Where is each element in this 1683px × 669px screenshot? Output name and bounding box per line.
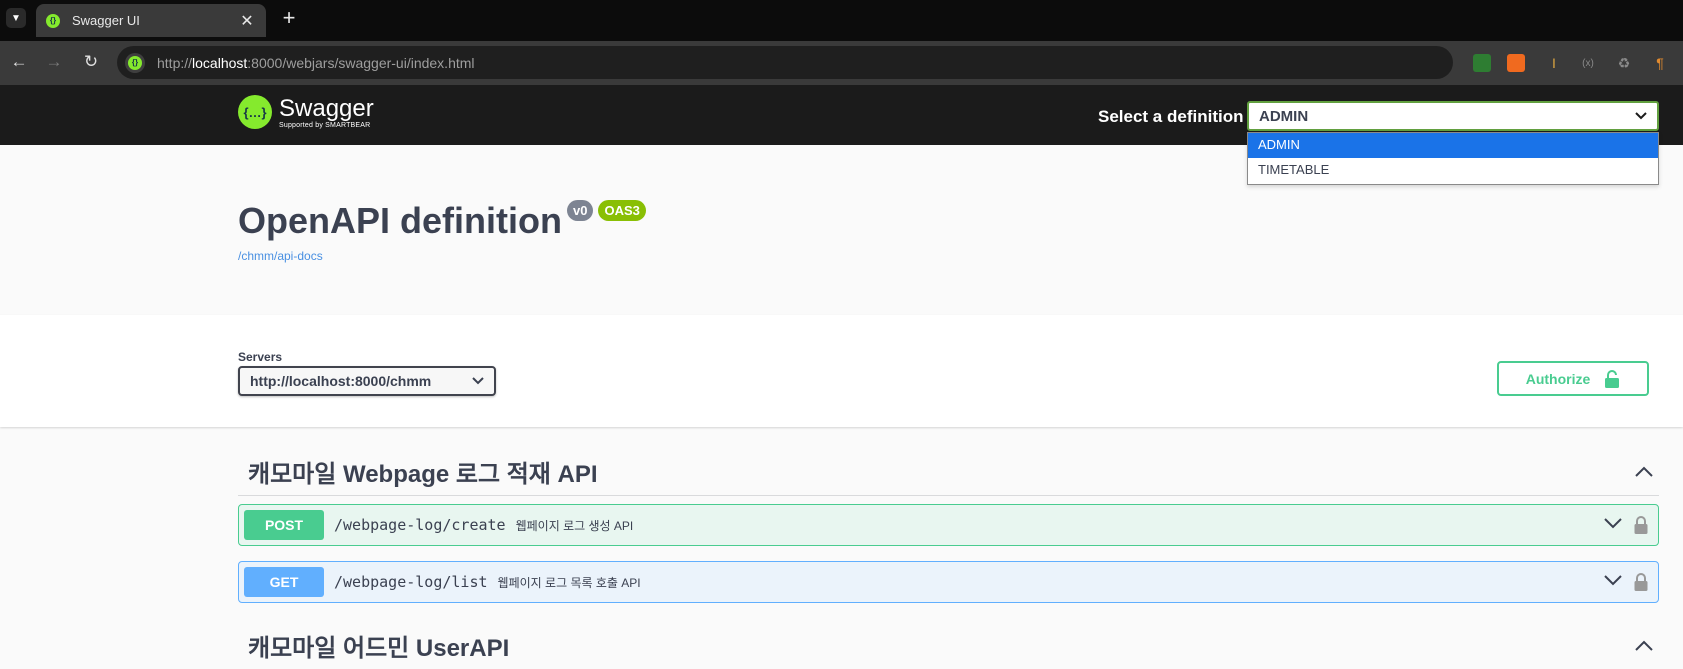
plus-icon[interactable]: + — [278, 5, 300, 30]
recycle-icon[interactable]: ♻ — [1615, 54, 1633, 72]
definition-option-timetable[interactable]: TIMETABLE — [1248, 158, 1658, 183]
browser-tab[interactable]: {} Swagger UI ✕ — [36, 4, 266, 37]
close-icon[interactable]: ✕ — [238, 11, 256, 31]
definition-select-label: Select a definition — [1098, 107, 1244, 126]
authorize-label: Authorize — [1525, 370, 1591, 387]
tag-title: 캐모마일 Webpage 로그 적재 API — [248, 461, 598, 488]
operation-post-webpage-log-create[interactable]: POST /webpage-log/create 웹페이지 로그 생성 API — [238, 504, 1659, 546]
extension-icon-2[interactable] — [1507, 54, 1525, 72]
oas-badge: OAS3 — [598, 200, 646, 221]
chevron-down-icon — [1635, 112, 1647, 120]
operation-get-webpage-log-list[interactable]: GET /webpage-log/list 웹페이지 로그 목록 호출 API — [238, 561, 1659, 603]
chevron-up-icon[interactable] — [1629, 461, 1659, 482]
swagger-logo-icon: {…} — [238, 95, 272, 129]
browser-tab-bar: ▼ {} Swagger UI ✕ + — [0, 0, 1683, 41]
lock-icon[interactable] — [1633, 516, 1649, 534]
operation-path: /webpage-log/list — [334, 573, 488, 591]
method-badge: GET — [244, 567, 324, 597]
tag-title: 캐모마일 어드민 UserAPI — [248, 634, 510, 662]
page-title: OpenAPI definition — [238, 200, 562, 241]
server-select-value: http://localhost:8000/chmm — [250, 373, 432, 389]
tab-list-icon[interactable]: ▼ — [6, 8, 26, 28]
extension-icon-6[interactable]: ¶ — [1651, 54, 1669, 72]
chevron-down-icon[interactable] — [1601, 573, 1625, 591]
reload-icon[interactable]: ↻ — [80, 51, 102, 73]
swagger-logo[interactable]: {…} Swagger Supported by SMARTBEAR — [238, 95, 374, 129]
address-bar[interactable]: {} http://localhost:8000/webjars/swagger… — [117, 46, 1453, 79]
unlock-icon — [1605, 369, 1620, 388]
tab-title: Swagger UI — [72, 13, 140, 28]
chevron-down-icon — [472, 377, 484, 385]
extension-icon-3[interactable]: I — [1545, 54, 1563, 72]
swagger-favicon-icon: {} — [46, 13, 60, 28]
version-badge: v0 — [566, 200, 594, 221]
logo-name: Swagger — [279, 94, 374, 122]
lock-icon[interactable] — [1633, 573, 1649, 591]
tag-section-webpage-log[interactable]: 캐모마일 Webpage 로그 적재 API — [238, 448, 1659, 496]
definition-option-admin[interactable]: ADMIN — [1248, 133, 1658, 158]
definition-dropdown: ADMIN TIMETABLE — [1247, 132, 1659, 185]
server-select[interactable]: http://localhost:8000/chmm — [238, 366, 496, 396]
back-icon[interactable]: ← — [8, 51, 30, 73]
definition-select[interactable]: ADMIN — [1247, 101, 1659, 131]
site-info-icon[interactable]: {} — [125, 52, 145, 73]
tag-section-admin-user[interactable]: 캐모마일 어드민 UserAPI — [238, 621, 1659, 669]
authorize-button[interactable]: Authorize — [1497, 361, 1649, 396]
api-docs-link[interactable]: /chmm/api-docs — [238, 249, 323, 263]
url-text[interactable]: http://localhost:8000/webjars/swagger-ui… — [157, 55, 475, 71]
operation-summary: 웹페이지 로그 목록 호출 API — [497, 575, 641, 590]
chevron-down-icon[interactable] — [1601, 516, 1625, 534]
extension-icon-1[interactable] — [1473, 54, 1491, 72]
method-badge: POST — [244, 510, 324, 540]
extension-icon-4[interactable]: (x) — [1579, 54, 1597, 72]
forward-icon[interactable]: → — [43, 51, 65, 73]
scheme-container: Servers http://localhost:8000/chmm Autho… — [0, 315, 1683, 427]
operation-summary: 웹페이지 로그 생성 API — [515, 518, 634, 533]
servers-label: Servers — [238, 350, 283, 364]
chevron-up-icon[interactable] — [1629, 635, 1659, 656]
definition-select-value: ADMIN — [1259, 107, 1309, 125]
operation-path: /webpage-log/create — [334, 516, 506, 534]
browser-toolbar: ← → ↻ {} http://localhost:8000/webjars/s… — [0, 41, 1683, 85]
logo-subtitle: Supported by SMARTBEAR — [279, 121, 371, 129]
